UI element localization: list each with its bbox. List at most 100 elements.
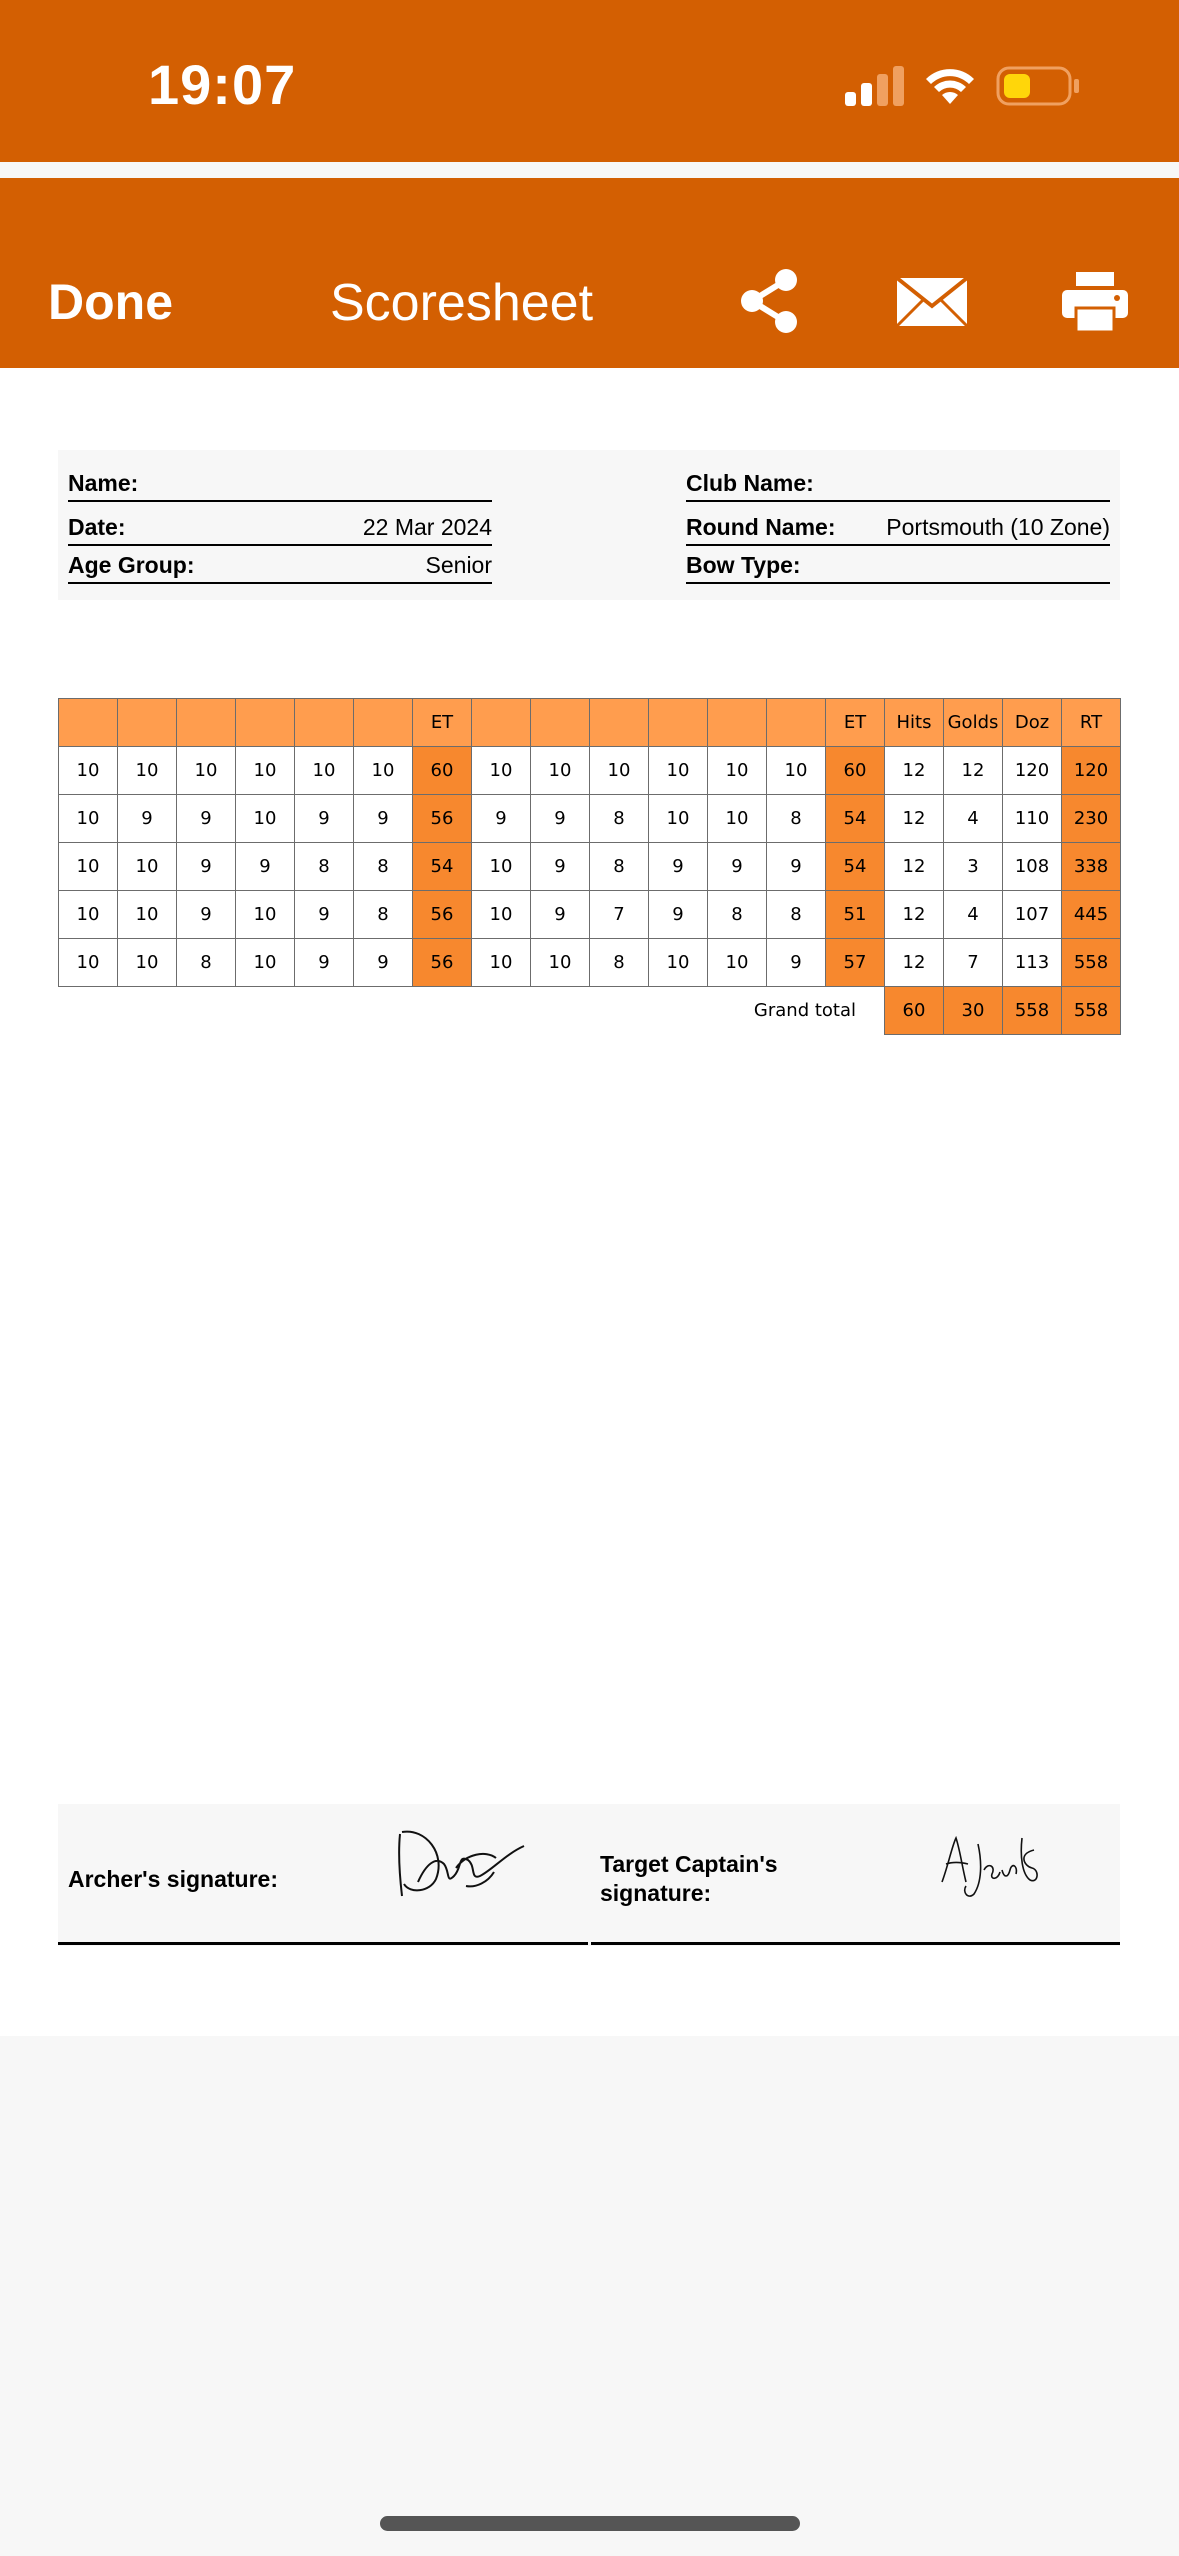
running-total-cell: 230 (1061, 794, 1121, 843)
home-indicator[interactable] (380, 2516, 800, 2531)
score-cell: 9 (294, 794, 354, 843)
score-cell: 10 (707, 794, 767, 843)
scoresheet-document: Name: Date: 22 Mar 2024 Age Group: Senio… (0, 368, 1179, 2036)
table-row: 10 9 9 10 9 9 56 9 9 8 10 10 8 54 12 4 110 230 (58, 794, 1121, 843)
header-cell (294, 698, 354, 747)
score-cell: 8 (707, 890, 767, 939)
header-cell (589, 698, 649, 747)
round-label: Round Name: (686, 514, 836, 540)
grand-total-cell: 60 (884, 986, 944, 1035)
score-cell: 110 (1002, 794, 1062, 843)
score-cell: 7 (589, 890, 649, 939)
score-cell: 10 (471, 938, 531, 987)
end-total-cell: 54 (825, 842, 885, 891)
header-et: ET (825, 698, 885, 747)
score-cell: 10 (58, 794, 118, 843)
signal-strength-icon (845, 66, 904, 106)
done-button[interactable]: Done (48, 273, 173, 331)
running-total-cell: 558 (1061, 938, 1121, 987)
score-cell: 10 (353, 746, 413, 795)
page-title: Scoresheet (330, 274, 594, 332)
score-cell: 10 (58, 890, 118, 939)
header-hits: Hits (884, 698, 944, 747)
header-cell (648, 698, 708, 747)
score-cell: 10 (707, 938, 767, 987)
score-cell: 9 (235, 842, 295, 891)
score-cell: 9 (294, 938, 354, 987)
score-table: ET ET Hits Golds Doz RT 10 10 10 10 10 10 60 10 10 10 10… (58, 698, 1121, 1035)
captain-signature-label: Target Captain's signature: (600, 1851, 778, 1906)
score-cell: 8 (589, 842, 649, 891)
captain-signature-line (591, 1942, 1120, 1945)
archer-signature-label: Archer's signature: (68, 1866, 278, 1892)
battery-icon (996, 66, 1079, 106)
score-cell: 9 (176, 794, 236, 843)
grand-total-label: Grand total (753, 1000, 856, 1022)
score-cell: 12 (884, 938, 944, 987)
score-cell: 9 (353, 794, 413, 843)
date-row: Date: 22 Mar 2024 (68, 504, 492, 546)
score-cell: 120 (1002, 746, 1062, 795)
mail-icon[interactable] (895, 276, 969, 328)
score-cell: 7 (943, 938, 1003, 987)
score-cell: 10 (530, 938, 590, 987)
age-group-label: Age Group: (68, 552, 195, 578)
share-icon[interactable] (738, 268, 800, 334)
score-cell: 10 (294, 746, 354, 795)
archer-info-panel: Name: Date: 22 Mar 2024 Age Group: Senio… (58, 450, 1120, 600)
running-total-cell: 445 (1061, 890, 1121, 939)
score-cell: 9 (707, 842, 767, 891)
wifi-icon (926, 69, 974, 104)
signature-panel: Archer's signature: Target Captain's sig… (58, 1804, 1120, 1946)
score-cell: 3 (943, 842, 1003, 891)
header-cell (471, 698, 531, 747)
status-time: 19:07 (148, 53, 297, 116)
score-cell: 8 (353, 890, 413, 939)
score-cell: 10 (530, 746, 590, 795)
date-label: Date: (68, 514, 126, 540)
score-cell: 10 (117, 938, 177, 987)
end-total-cell: 56 (412, 938, 472, 987)
end-total-cell: 51 (825, 890, 885, 939)
name-label: Name: (68, 470, 139, 496)
score-cell: 10 (58, 938, 118, 987)
score-cell: 9 (294, 890, 354, 939)
score-cell: 4 (943, 890, 1003, 939)
club-row: Club Name: (686, 460, 1110, 502)
end-total-cell: 60 (412, 746, 472, 795)
header-doz: Doz (1002, 698, 1062, 747)
header-cell (766, 698, 826, 747)
score-cell: 8 (294, 842, 354, 891)
header-rt: RT (1061, 698, 1121, 747)
score-cell: 9 (766, 938, 826, 987)
age-group-value: Senior (425, 552, 492, 578)
score-cell: 10 (235, 746, 295, 795)
age-group-row: Age Group: Senior (68, 544, 492, 584)
score-cell: 10 (648, 938, 708, 987)
end-total-cell: 56 (412, 794, 472, 843)
score-cell: 10 (766, 746, 826, 795)
printer-icon[interactable] (1062, 272, 1128, 332)
score-cell: 8 (176, 938, 236, 987)
score-cell: 12 (943, 746, 1003, 795)
table-row: 10 10 9 10 9 8 56 10 9 7 9 8 8 51 12 4 107 445 (58, 890, 1121, 939)
archer-signature-image (398, 1830, 525, 1897)
score-cell: 9 (176, 842, 236, 891)
score-cell: 9 (176, 890, 236, 939)
score-cell: 10 (235, 938, 295, 987)
header-cell (235, 698, 295, 747)
score-cell: 10 (58, 842, 118, 891)
end-total-cell: 54 (412, 842, 472, 891)
score-cell: 10 (176, 746, 236, 795)
end-total-cell: 57 (825, 938, 885, 987)
score-cell: 12 (884, 890, 944, 939)
date-value: 22 Mar 2024 (362, 514, 492, 540)
grand-total-cell: 30 (943, 986, 1003, 1035)
score-cell: 10 (471, 842, 531, 891)
end-total-cell: 54 (825, 794, 885, 843)
status-bar: 19:07 (0, 0, 1179, 162)
score-cell: 8 (353, 842, 413, 891)
header-cell (530, 698, 590, 747)
score-cell: 12 (884, 842, 944, 891)
score-cell: 9 (648, 842, 708, 891)
